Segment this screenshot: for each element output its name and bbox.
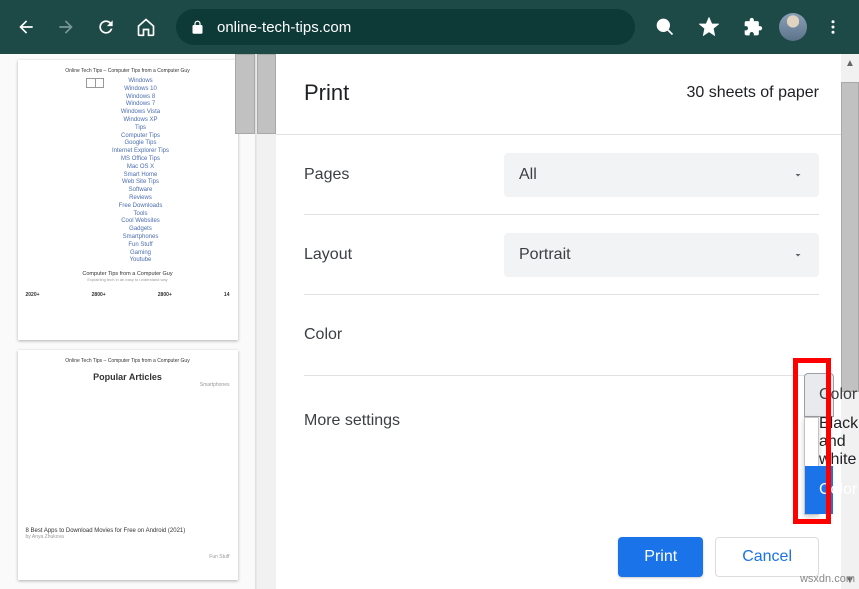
color-option-bw[interactable]: Black and white bbox=[805, 418, 833, 466]
home-button[interactable] bbox=[128, 9, 164, 45]
page2-author: by Anya Zhukova bbox=[26, 534, 230, 540]
reload-button[interactable] bbox=[88, 9, 124, 45]
sheet-count: 30 sheets of paper bbox=[686, 84, 819, 102]
layout-value: Portrait bbox=[519, 246, 571, 264]
gap-scrollbar[interactable] bbox=[256, 54, 276, 589]
layout-select[interactable]: Portrait bbox=[504, 233, 819, 277]
print-settings: Pages All Layout Portrait Colo bbox=[276, 135, 859, 466]
forward-button[interactable] bbox=[48, 9, 84, 45]
profile-avatar[interactable] bbox=[779, 13, 807, 41]
preview-scrollbar[interactable] bbox=[235, 54, 255, 134]
page1-title: Online Tech Tips – Computer Tips from a … bbox=[26, 68, 230, 74]
chevron-down-icon bbox=[792, 249, 804, 261]
pages-value: All bbox=[519, 166, 537, 184]
page1-links: WindowsWindows 10Windows 8Windows 7Windo… bbox=[112, 78, 169, 265]
page1-stats: 2020+2800+2800+14 bbox=[26, 292, 230, 298]
pages-select[interactable]: All bbox=[504, 153, 819, 197]
main-area: Online Tech Tips – Computer Tips from a … bbox=[0, 54, 859, 589]
print-title: Print bbox=[304, 80, 349, 106]
toolbar-right bbox=[647, 9, 851, 45]
print-button[interactable]: Print bbox=[618, 537, 703, 577]
extensions-icon[interactable] bbox=[735, 9, 771, 45]
menu-icon[interactable] bbox=[815, 9, 851, 45]
cancel-button[interactable]: Cancel bbox=[715, 537, 819, 577]
print-header: Print 30 sheets of paper bbox=[276, 54, 859, 134]
page1-sub: Explaining tech in an easy to understand… bbox=[26, 277, 230, 282]
dialog-scrollbar[interactable]: ▲ ▼ bbox=[841, 54, 859, 589]
page2-popular: Popular Articles bbox=[26, 372, 230, 382]
more-settings-label: More settings bbox=[304, 412, 504, 430]
address-bar[interactable]: online-tech-tips.com bbox=[176, 9, 635, 45]
color-value: Color bbox=[819, 386, 857, 404]
color-select[interactable]: Color bbox=[804, 373, 834, 417]
print-dialog: Print 30 sheets of paper Pages All Layou… bbox=[276, 54, 859, 589]
color-option-color[interactable]: Color bbox=[805, 466, 833, 514]
color-select-open: Color Black and white Color bbox=[804, 373, 819, 515]
print-preview-column: Online Tech Tips – Computer Tips from a … bbox=[0, 54, 256, 589]
page2-title: Online Tech Tips – Computer Tips from a … bbox=[26, 358, 230, 364]
browser-toolbar: online-tech-tips.com bbox=[0, 0, 859, 54]
zoom-out-icon[interactable] bbox=[647, 9, 683, 45]
preview-page-2[interactable]: Online Tech Tips – Computer Tips from a … bbox=[18, 350, 238, 580]
more-settings-row[interactable]: More settings bbox=[304, 376, 819, 466]
preview-page-1[interactable]: Online Tech Tips – Computer Tips from a … bbox=[18, 60, 238, 340]
lock-icon bbox=[190, 20, 205, 35]
page2-tag2: Fun Stuff bbox=[26, 554, 230, 560]
color-row: Color bbox=[304, 295, 819, 375]
chevron-down-icon bbox=[792, 169, 804, 181]
bookmark-icon[interactable] bbox=[691, 9, 727, 45]
back-button[interactable] bbox=[8, 9, 44, 45]
url-text: online-tech-tips.com bbox=[217, 19, 351, 36]
page2-tag: Smartphones bbox=[26, 382, 230, 388]
color-label: Color bbox=[304, 326, 504, 344]
pages-label: Pages bbox=[304, 166, 504, 184]
watermark: wsxdn.com bbox=[800, 573, 855, 585]
dialog-footer: Print Cancel bbox=[618, 537, 819, 577]
layout-row: Layout Portrait bbox=[304, 215, 819, 295]
scroll-up-icon[interactable]: ▲ bbox=[841, 54, 859, 72]
layout-label: Layout bbox=[304, 246, 504, 264]
book-icon bbox=[86, 78, 104, 88]
color-dropdown: Black and white Color bbox=[804, 417, 819, 515]
pages-row: Pages All bbox=[304, 135, 819, 215]
